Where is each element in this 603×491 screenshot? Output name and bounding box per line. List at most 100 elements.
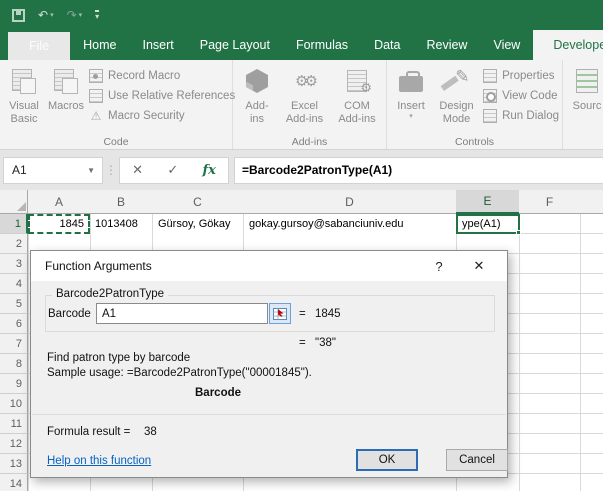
cell-b1[interactable]: 1013408	[91, 214, 152, 234]
formula-bar: A1 ▼ ⋮ ✕ ✓ fx =Barcode2PatronType(A1)	[0, 150, 603, 190]
excel-window: ↶ ▾ ↷ ▾ ▾ File Home Insert Page Layout F…	[0, 0, 603, 491]
column-header-f[interactable]: F	[519, 190, 580, 214]
ribbon-group-controls: Insert ▾ ✎ Design Mode Properties View C…	[387, 60, 563, 149]
redo-button[interactable]: ↷ ▾	[67, 9, 83, 21]
insert-function-icon[interactable]: fx	[203, 163, 216, 178]
row-header-8[interactable]: 8	[0, 354, 28, 374]
row-header-11[interactable]: 11	[0, 414, 28, 434]
barcode-arg-input[interactable]: A1	[96, 303, 268, 324]
column-header-d[interactable]: D	[243, 190, 456, 214]
tab-home[interactable]: Home	[70, 30, 129, 60]
com-add-ins-button[interactable]: ⚙ COM Add-ins	[331, 63, 383, 125]
dialog-close-icon[interactable]: ✕	[459, 258, 499, 274]
formula-input[interactable]: =Barcode2PatronType(A1)	[234, 156, 603, 184]
formula-bar-divider: ⋮	[105, 163, 117, 177]
excel-add-ins-button[interactable]: ⚙⚙ Excel Add-ins	[278, 63, 331, 125]
row-header-10[interactable]: 10	[0, 394, 28, 414]
tab-page-layout[interactable]: Page Layout	[187, 30, 283, 60]
tab-formulas[interactable]: Formulas	[283, 30, 361, 60]
dialog-title: Function Arguments	[45, 259, 152, 273]
column-header-c[interactable]: C	[152, 190, 243, 214]
row-header-13[interactable]: 13	[0, 454, 28, 474]
tab-review[interactable]: Review	[413, 30, 480, 60]
tab-data[interactable]: Data	[361, 30, 413, 60]
column-header-g-partial[interactable]	[580, 190, 603, 214]
row-header-2[interactable]: 2	[0, 234, 28, 254]
function-return-value: "38"	[315, 337, 336, 349]
dialog-divider	[32, 414, 506, 415]
undo-dropdown-icon[interactable]: ▾	[50, 12, 54, 19]
column-header-b[interactable]: B	[90, 190, 152, 214]
help-on-this-function-link[interactable]: Help on this function	[47, 455, 151, 467]
tab-file[interactable]: File	[8, 32, 71, 60]
group-label-controls: Controls	[454, 136, 495, 148]
function-sample-usage: Sample usage: =Barcode2PatronType("00001…	[47, 367, 312, 379]
row-header-3[interactable]: 3	[0, 254, 28, 274]
macro-security-warning-icon: ⚠	[90, 108, 102, 123]
insert-control-button[interactable]: Insert ▾	[390, 63, 432, 120]
row-header-6[interactable]: 6	[0, 314, 28, 334]
record-macro-button[interactable]: Record Macro	[89, 68, 235, 83]
record-macro-icon	[89, 68, 103, 83]
source-icon	[576, 69, 598, 93]
row-header-12[interactable]: 12	[0, 434, 28, 454]
macros-button[interactable]: Macros	[45, 63, 87, 113]
row-header-1[interactable]: 1	[0, 214, 28, 234]
properties-button[interactable]: Properties	[483, 68, 559, 83]
save-icon	[12, 8, 25, 22]
customize-quick-access-toolbar-icon[interactable]: ▾	[95, 9, 100, 21]
insert-dropdown-icon[interactable]: ▾	[409, 113, 413, 120]
range-picker-icon	[273, 307, 287, 320]
select-all-corner[interactable]	[0, 190, 28, 214]
collapse-dialog-button[interactable]	[269, 303, 291, 324]
fill-handle[interactable]	[516, 230, 521, 235]
cell-c1[interactable]: Gürsoy, Gökay	[153, 214, 243, 234]
name-box-dropdown-icon[interactable]: ▼	[87, 166, 102, 175]
row-header-9[interactable]: 9	[0, 374, 28, 394]
ok-button[interactable]: OK	[356, 449, 418, 471]
macros-icon	[54, 68, 78, 94]
use-relative-references-button[interactable]: Use Relative References	[89, 88, 235, 103]
row-header-14[interactable]: 14	[0, 474, 28, 491]
cell-d1[interactable]: gokay.gursoy@sabanciuniv.edu	[244, 214, 456, 234]
dialog-help-icon[interactable]: ?	[419, 259, 459, 274]
row-header-5[interactable]: 5	[0, 294, 28, 314]
cell-a1[interactable]: 1845	[28, 214, 90, 234]
name-box[interactable]: A1 ▼	[3, 156, 103, 184]
confirm-entry-icon[interactable]: ✓	[167, 162, 178, 178]
insert-toolbox-icon	[399, 71, 423, 92]
run-dialog-button[interactable]: Run Dialog	[483, 108, 559, 123]
group-label-code: Code	[103, 136, 129, 148]
redo-icon: ↷	[66, 8, 77, 22]
column-header-a[interactable]: A	[28, 190, 90, 214]
dialog-title-bar[interactable]: Function Arguments ? ✕	[31, 251, 507, 281]
source-button[interactable]: Sourc	[566, 63, 603, 113]
result-equals-sign: =	[299, 337, 306, 349]
undo-button[interactable]: ↶ ▾	[38, 9, 54, 21]
cancel-button[interactable]: Cancel	[446, 449, 508, 471]
arg-equals-sign: =	[299, 308, 306, 320]
view-code-icon	[483, 88, 498, 103]
formula-result-value: 38	[144, 426, 157, 438]
visual-basic-button[interactable]: Visual Basic	[3, 63, 45, 125]
redo-dropdown-icon[interactable]: ▾	[79, 12, 83, 19]
column-header-e[interactable]: E	[456, 190, 519, 214]
select-all-triangle-icon	[17, 202, 26, 211]
group-label-add-ins: Add-ins	[291, 136, 328, 148]
row-header-4[interactable]: 4	[0, 274, 28, 294]
visual-basic-icon	[12, 68, 36, 94]
macro-security-button[interactable]: ⚠ Macro Security	[89, 108, 235, 123]
design-mode-button[interactable]: ✎ Design Mode	[432, 63, 481, 125]
cell-e1-active[interactable]: ype(A1)	[456, 214, 521, 235]
ribbon-group-xml: Sourc	[563, 60, 603, 149]
add-ins-button[interactable]: Add-ins	[236, 63, 278, 125]
save-button[interactable]	[12, 8, 25, 22]
argument-name-bold: Barcode	[195, 387, 242, 399]
view-code-button[interactable]: View Code	[483, 88, 559, 103]
tab-insert[interactable]: Insert	[130, 30, 187, 60]
cancel-entry-icon[interactable]: ✕	[132, 162, 143, 178]
undo-icon: ↶	[38, 8, 49, 22]
row-header-7[interactable]: 7	[0, 334, 28, 354]
tab-view[interactable]: View	[480, 30, 533, 60]
tab-developer[interactable]: Developer	[533, 30, 603, 60]
